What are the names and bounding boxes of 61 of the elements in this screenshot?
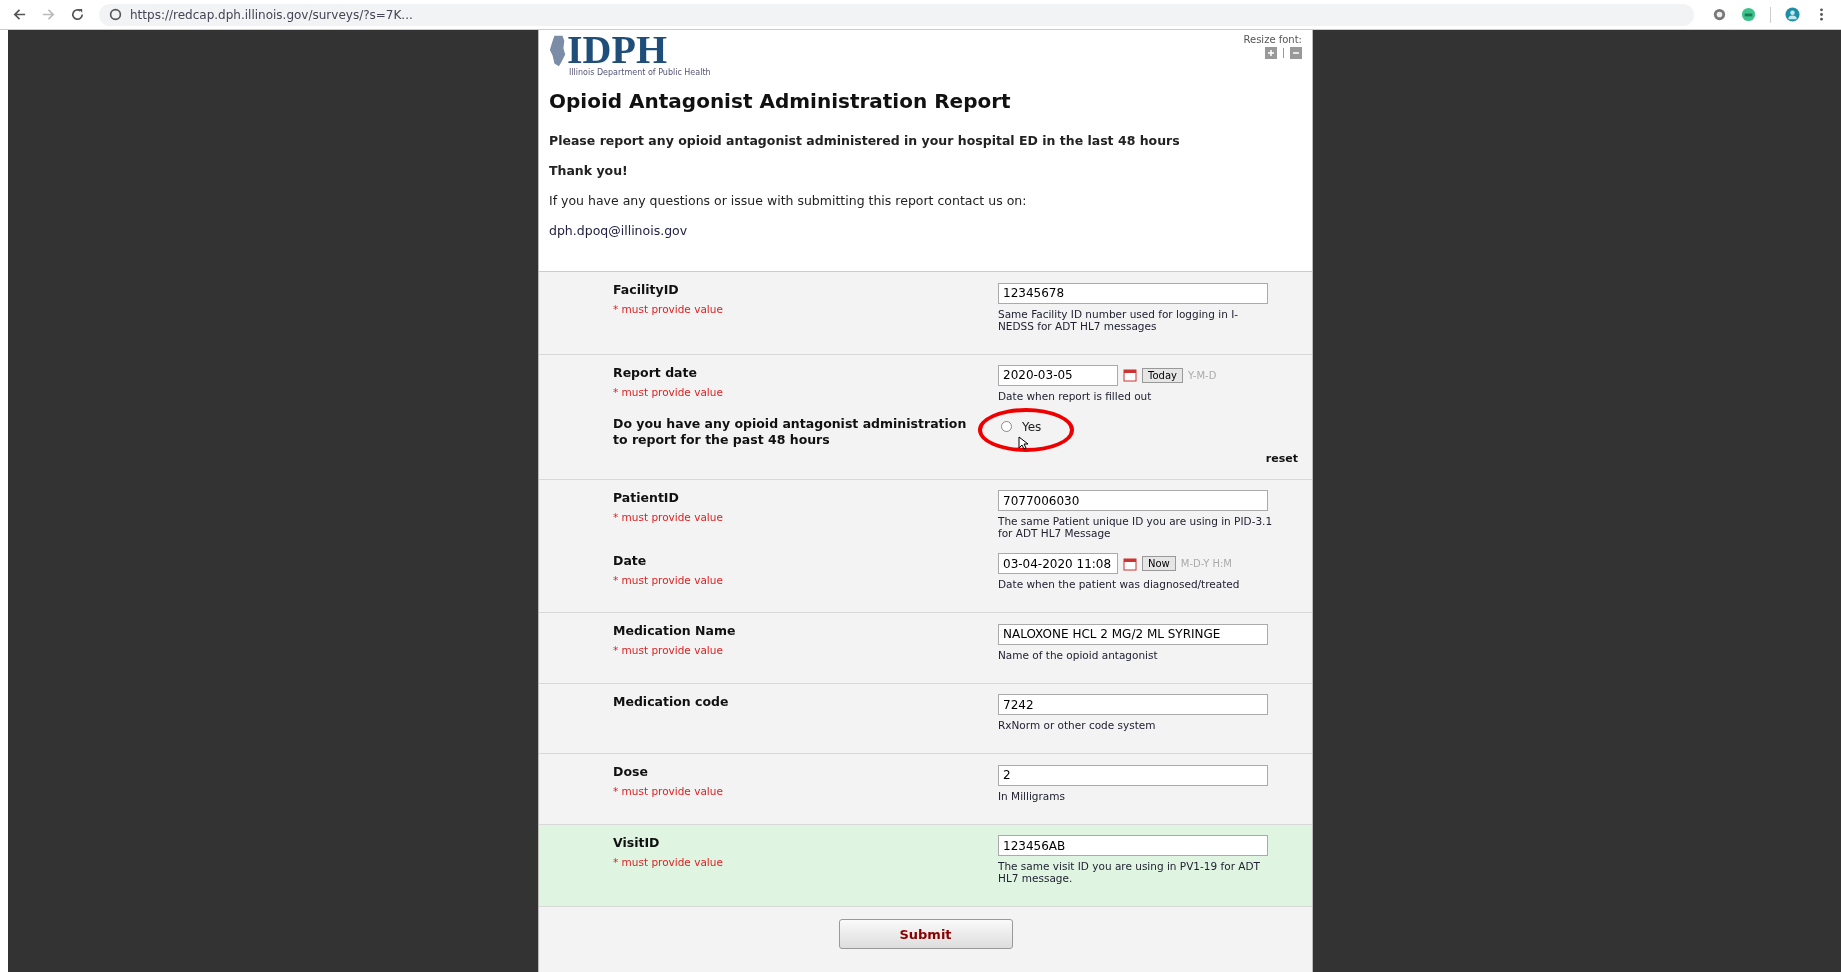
- date-field[interactable]: 2020-03-05: [998, 364, 1118, 386]
- field-label: VisitID: [613, 834, 661, 850]
- today-button[interactable]: Now: [1142, 556, 1176, 571]
- field-note: The same Patient unique ID you are using in PID-3.1 for ADT HL7 Message: [998, 515, 1273, 539]
- extension-icon[interactable]: [1741, 7, 1756, 22]
- required-note: * must provide value: [613, 303, 724, 315]
- field-note: Name of the opioid antagonist: [998, 648, 1159, 661]
- date-format-hint: Y-M-D: [1187, 369, 1217, 381]
- radio-button[interactable]: [1001, 421, 1012, 432]
- required-note: * must provide value: [613, 644, 724, 656]
- field-label: Report date: [613, 364, 698, 380]
- required-note: * must provide value: [613, 385, 724, 398]
- email-link[interactable]: dph.dpoq@illinois.gov: [549, 223, 688, 238]
- cursor-icon: [1018, 435, 1028, 450]
- date-field[interactable]: 03-04-2020 11:08: [998, 553, 1118, 574]
- text-field[interactable]: 2: [998, 764, 1268, 786]
- field-label: Date: [613, 553, 648, 568]
- field-note: The same visit ID you are using in PV1-19 for ADT HL7 message.: [998, 860, 1261, 884]
- intro-text: Please report any opioid antagonist administered in your hospital ED in the last 48 hours: [549, 133, 1181, 148]
- reset-link[interactable]: reset: [1265, 451, 1298, 465]
- intro-text: Thank you!: [549, 163, 629, 178]
- text-field[interactable]: 7077006030: [998, 490, 1268, 511]
- font-increase-icon[interactable]: [1265, 47, 1277, 59]
- address-bar[interactable]: https://redcap.dph.illinois.gov/surveys/?s=7K...: [99, 3, 1694, 26]
- field-label: Medication code: [613, 693, 730, 709]
- field-note: Date when report is filled out: [998, 389, 1153, 402]
- extension-icon[interactable]: [1712, 7, 1727, 22]
- field-note: Date when the patient was diagnosed/treated: [998, 578, 1241, 590]
- text-field[interactable]: 12345678: [998, 282, 1268, 304]
- field-label: Do you have any opioid antagonist administration to report for the past 48 hours: [613, 415, 968, 448]
- intro-text: If you have any questions or issue with submitting this report contact us on:: [549, 193, 1028, 208]
- field-note: RxNorm or other code system: [998, 719, 1157, 731]
- option-label[interactable]: Yes: [1022, 419, 1042, 434]
- submit-button[interactable]: Submit: [838, 919, 1013, 949]
- date-format-hint: M-D-Y H:M: [1180, 558, 1232, 569]
- reload-icon[interactable]: [70, 7, 85, 22]
- field-note: In Milligrams: [998, 789, 1066, 802]
- resize-font-label: Resize font:: [1243, 34, 1302, 45]
- text-field[interactable]: NALOXONE HCL 2 MG/2 ML SYRINGE: [998, 623, 1268, 645]
- illinois-state-icon: [549, 34, 567, 68]
- site-info-icon[interactable]: [109, 8, 122, 21]
- logo-tagline: Illinois Department of Public Health: [569, 68, 711, 77]
- required-note: * must provide value: [613, 574, 724, 586]
- required-note: * must provide value: [613, 785, 724, 797]
- calendar-icon[interactable]: [1123, 556, 1137, 571]
- calendar-icon[interactable]: [1123, 368, 1137, 382]
- survey-title: Opioid Antagonist Administration Report: [549, 89, 1012, 113]
- logo-text: IDPH: [567, 32, 667, 68]
- field-note: Same Facility ID number used for logging in I-NEDSS for ADT HL7 messages: [998, 307, 1240, 332]
- text-field[interactable]: 123456AB: [998, 835, 1268, 856]
- text-field[interactable]: 7242: [998, 694, 1268, 715]
- required-note: * must provide value: [613, 855, 724, 868]
- field-label: Dose: [613, 764, 649, 779]
- field-label: Medication Name: [613, 623, 737, 638]
- url-text: https://redcap.dph.illinois.gov/surveys/?s=7K...: [130, 7, 413, 22]
- avatar-icon[interactable]: [1785, 7, 1800, 22]
- field-label: FacilityID: [613, 282, 680, 297]
- field-label: PatientID: [613, 489, 680, 505]
- back-icon[interactable]: [12, 7, 27, 22]
- today-button[interactable]: Today: [1142, 367, 1183, 383]
- required-note: * must provide value: [613, 510, 724, 523]
